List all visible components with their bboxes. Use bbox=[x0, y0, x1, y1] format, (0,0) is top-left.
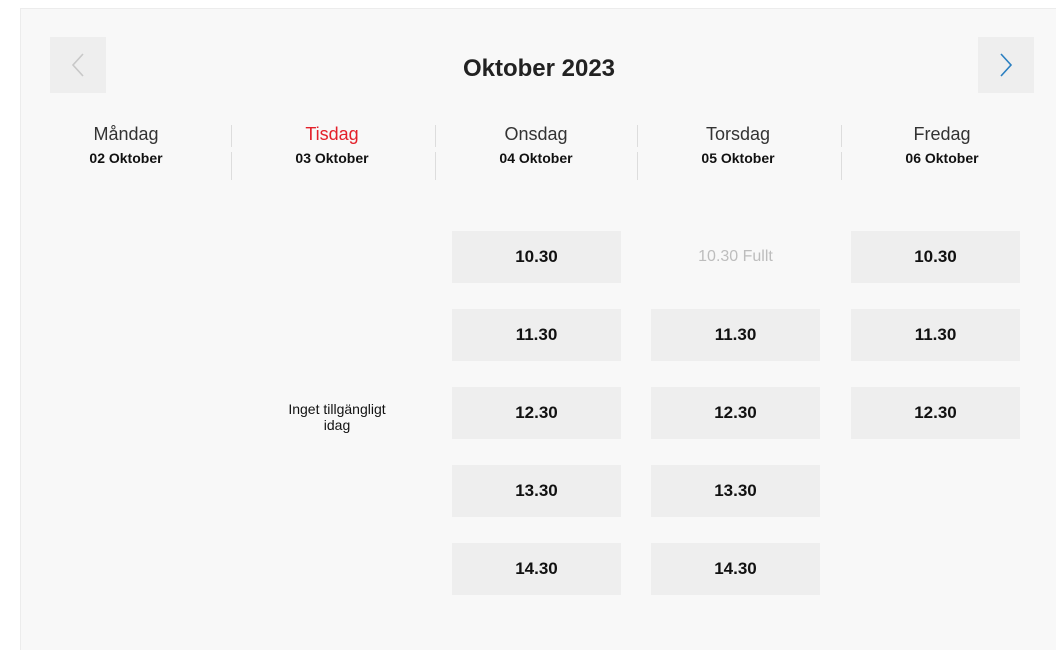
day-divider bbox=[435, 152, 436, 180]
booking-calendar: Oktober 2023 Måndag 02 Oktober Tisdag 03… bbox=[20, 8, 1056, 650]
time-slot-button[interactable]: 11.30 bbox=[452, 309, 621, 361]
time-slot-button[interactable]: 10.30 bbox=[851, 231, 1020, 283]
time-slot-button[interactable]: 13.30 bbox=[452, 465, 621, 517]
time-slot-button[interactable]: 11.30 bbox=[851, 309, 1020, 361]
day-divider bbox=[841, 152, 842, 180]
day-header-row: Måndag 02 Oktober Tisdag 03 Oktober Onsd… bbox=[31, 122, 1051, 182]
day-date: 04 Oktober bbox=[499, 150, 573, 166]
day-header-mandag: Måndag 02 Oktober bbox=[31, 122, 221, 169]
time-slot-button[interactable]: 11.30 bbox=[651, 309, 820, 361]
day-divider bbox=[841, 125, 842, 147]
day-date: 03 Oktober bbox=[295, 150, 369, 166]
day-divider bbox=[435, 125, 436, 147]
month-title: Oktober 2023 bbox=[462, 55, 616, 82]
chevron-right-icon bbox=[1000, 53, 1013, 77]
day-date: 02 Oktober bbox=[89, 150, 163, 166]
time-slot-button[interactable]: 13.30 bbox=[651, 465, 820, 517]
time-slot-full: 10.30 Fullt bbox=[698, 248, 773, 265]
day-divider bbox=[637, 125, 638, 147]
no-slots-message: Inget tillgängligt idag bbox=[288, 401, 386, 433]
time-slot-button[interactable]: 14.30 bbox=[651, 543, 820, 595]
time-slot-button[interactable]: 10.30 bbox=[452, 231, 621, 283]
day-name-today: Tisdag bbox=[305, 124, 359, 144]
time-slot-button[interactable]: 14.30 bbox=[452, 543, 621, 595]
time-slot-button[interactable]: 12.30 bbox=[452, 387, 621, 439]
day-divider bbox=[231, 125, 232, 147]
time-slot-button[interactable]: 12.30 bbox=[651, 387, 820, 439]
day-header-fredag: Fredag 06 Oktober bbox=[847, 122, 1037, 169]
day-header-torsdag: Torsdag 05 Oktober bbox=[643, 122, 833, 169]
day-name: Torsdag bbox=[705, 124, 771, 144]
day-date: 05 Oktober bbox=[701, 150, 775, 166]
next-week-button[interactable] bbox=[978, 37, 1034, 93]
time-slot-button[interactable]: 12.30 bbox=[851, 387, 1020, 439]
day-name: Onsdag bbox=[504, 124, 568, 144]
day-divider bbox=[637, 152, 638, 180]
day-name: Fredag bbox=[913, 124, 971, 144]
day-date: 06 Oktober bbox=[905, 150, 979, 166]
day-name: Måndag bbox=[93, 124, 159, 144]
day-divider bbox=[231, 152, 232, 180]
day-header-onsdag: Onsdag 04 Oktober bbox=[441, 122, 631, 169]
day-header-tisdag: Tisdag 03 Oktober bbox=[237, 122, 427, 169]
